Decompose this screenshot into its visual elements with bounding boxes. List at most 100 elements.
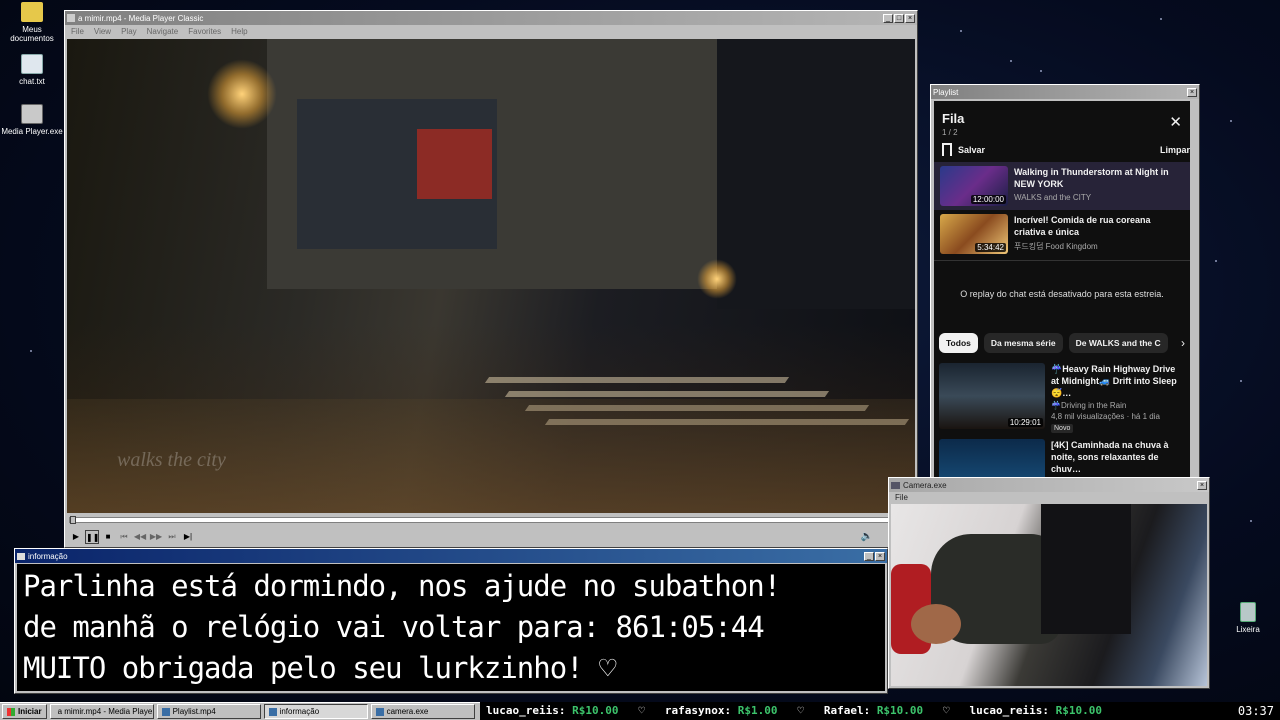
- minimize-button[interactable]: _: [864, 551, 874, 561]
- skip-back-icon[interactable]: ⏮: [117, 530, 131, 544]
- information-icon: [268, 707, 277, 716]
- close-button[interactable]: ×: [1187, 87, 1197, 97]
- ticker-amount: R$10.00: [572, 704, 619, 717]
- video-duration: 12:00:00: [970, 195, 1006, 204]
- chevron-right-icon[interactable]: ›: [1181, 336, 1185, 350]
- taskbar-button-playlist[interactable]: Playlist.mp4: [156, 704, 261, 719]
- chat-replay-notice: O replay do chat está desativado para es…: [934, 260, 1190, 333]
- desktop-icon-label: Meus documentos: [10, 25, 54, 43]
- ticker-user: lucao_reiis:: [969, 704, 1050, 717]
- menu-file[interactable]: File: [895, 493, 908, 502]
- fast-forward-icon[interactable]: ▶▶: [149, 530, 163, 544]
- video-duration: 10:29:01: [1007, 418, 1043, 427]
- desktop-icon-chat-txt[interactable]: chat.txt: [0, 54, 64, 86]
- recommendation-meta: 4,8 mil visualizações · há 1 dia: [1051, 412, 1160, 421]
- video-frame[interactable]: walks the city: [67, 39, 915, 513]
- close-button[interactable]: ×: [875, 551, 885, 561]
- menu-play[interactable]: Play: [121, 27, 137, 37]
- menu-navigate[interactable]: Navigate: [147, 27, 179, 37]
- close-button[interactable]: ×: [1197, 480, 1207, 490]
- stop-icon[interactable]: ■: [101, 530, 115, 544]
- ticker-amount: R$10.00: [876, 704, 924, 717]
- queue-panel: Fila 1 / 2 ✕ Salvar Limpar 12:00:00 Walk…: [934, 101, 1190, 483]
- volume-icon[interactable]: 🔈: [861, 531, 873, 542]
- start-button[interactable]: Iniciar: [2, 704, 47, 719]
- taskbar-button-media-player[interactable]: a mimir.mp4 - Media Playe...: [49, 704, 154, 719]
- recommendation-title: [4K] Caminhada na chuva à noite, sons re…: [1051, 440, 1169, 474]
- taskbar-button-label: Playlist.mp4: [172, 707, 216, 716]
- taskbar-button-label: informação: [279, 707, 320, 716]
- info-titlebar[interactable]: informação _ ×: [15, 549, 887, 563]
- info-message: Parlinha está dormindo, nos ajude no sub…: [17, 564, 885, 691]
- ticker-user: Rafael:: [823, 704, 871, 717]
- skip-forward-icon[interactable]: ⏭: [165, 530, 179, 544]
- video-duration: 5:34:42: [975, 243, 1006, 252]
- close-button[interactable]: ×: [905, 13, 915, 23]
- taskbar-button-label: camera.exe: [386, 707, 429, 716]
- queue-item-channel: 푸드킹덤 Food Kingdom: [1014, 242, 1098, 251]
- desktop-icon-media-player[interactable]: Media Player.exe: [0, 104, 64, 136]
- info-line: MUITO obrigada pelo seu lurkzinho! ♡: [23, 651, 617, 685]
- camera-titlebar[interactable]: Camera.exe ×: [889, 478, 1209, 492]
- video-watermark: walks the city: [117, 449, 226, 471]
- rewind-icon[interactable]: ◀◀: [133, 530, 147, 544]
- play-icon[interactable]: ▶: [69, 530, 83, 544]
- recommendation-title: ☔Heavy Rain Highway Drive at Midnight🚙 D…: [1051, 364, 1177, 398]
- playlist-window-title: Playlist: [933, 87, 959, 97]
- filter-chips: Todos Da mesma série De WALKS and the C …: [934, 333, 1190, 353]
- menu-favorites[interactable]: Favorites: [188, 27, 221, 37]
- pause-icon[interactable]: ❚❚: [85, 530, 99, 544]
- frame-step-icon[interactable]: ▶|: [181, 530, 195, 544]
- camera-icon: [891, 481, 900, 489]
- maximize-button[interactable]: □: [894, 13, 904, 23]
- playlist-titlebar[interactable]: Playlist ×: [931, 85, 1199, 99]
- recommendation-item[interactable]: 10:29:01 ☔Heavy Rain Highway Drive at Mi…: [934, 353, 1190, 433]
- desktop-icon-my-documents[interactable]: Meus documentos: [0, 2, 64, 43]
- menu-file[interactable]: File: [71, 27, 84, 37]
- camera-feed: [891, 504, 1207, 686]
- media-player-window: a mimir.mp4 - Media Player Classic _ □ ×…: [64, 10, 918, 548]
- playlist-icon: [161, 707, 170, 716]
- heart-icon: ♡: [784, 704, 818, 717]
- system-tray: 03:37: [1210, 702, 1280, 720]
- seek-bar[interactable]: [69, 516, 911, 524]
- clock[interactable]: 03:37: [1238, 704, 1274, 718]
- queue-item[interactable]: 12:00:00 Walking in Thunderstorm at Nigh…: [934, 162, 1190, 210]
- desktop-icon-recycle-bin[interactable]: Lixeira: [1216, 602, 1280, 634]
- camera-window-title: Camera.exe: [903, 480, 947, 490]
- menu-help[interactable]: Help: [231, 27, 247, 37]
- chip-same-series[interactable]: Da mesma série: [983, 333, 1063, 353]
- close-icon[interactable]: ✕: [1169, 113, 1182, 131]
- playback-controls: ▶ ❚❚ ■ ⏮ ◀◀ ▶▶ ⏭ ▶|: [69, 529, 195, 545]
- video-thumbnail: 10:29:01: [939, 363, 1045, 429]
- chip-from-channel[interactable]: De WALKS and the C: [1068, 333, 1168, 353]
- chip-all[interactable]: Todos: [939, 333, 978, 353]
- clear-button[interactable]: Limpar: [1160, 145, 1190, 155]
- heart-icon: ♡: [929, 704, 963, 717]
- media-player-icon: [21, 104, 43, 124]
- playlist-window: Playlist × Fila 1 / 2 ✕ Salvar Limpar 12…: [930, 84, 1200, 484]
- desktop-icon-label: Lixeira: [1236, 625, 1260, 634]
- seek-thumb[interactable]: [70, 516, 76, 524]
- save-button[interactable]: Salvar: [942, 143, 985, 156]
- media-player-titlebar[interactable]: a mimir.mp4 - Media Player Classic _ □ ×: [65, 11, 917, 25]
- queue-item-title: Incrível! Comida de rua coreana criativa…: [1014, 215, 1151, 237]
- media-player-menubar: File View Play Navigate Favorites Help: [65, 25, 917, 39]
- folder-icon: [21, 2, 43, 22]
- taskbar-button-information[interactable]: informação: [263, 704, 368, 719]
- minimize-button[interactable]: _: [883, 13, 893, 23]
- menu-view[interactable]: View: [94, 27, 111, 37]
- queue-count: 1 / 2: [942, 128, 958, 137]
- recommendation-item[interactable]: [4K] Caminhada na chuva à noite, sons re…: [934, 433, 1190, 483]
- taskbar-button-label: a mimir.mp4 - Media Playe...: [57, 707, 154, 716]
- taskbar-button-camera[interactable]: camera.exe: [370, 704, 475, 719]
- queue-item-title: Walking in Thunderstorm at Night in NEW …: [1014, 167, 1169, 189]
- bookmark-icon: [942, 143, 952, 156]
- camera-window: Camera.exe × File: [888, 477, 1210, 689]
- desktop-icon-label: chat.txt: [19, 77, 45, 86]
- queue-heading: Fila: [942, 111, 965, 126]
- window-icon: [67, 14, 75, 22]
- media-player-title: a mimir.mp4 - Media Player Classic: [78, 13, 204, 23]
- camera-icon: [375, 707, 384, 716]
- queue-item[interactable]: 5:34:42 Incrível! Comida de rua coreana …: [934, 210, 1190, 258]
